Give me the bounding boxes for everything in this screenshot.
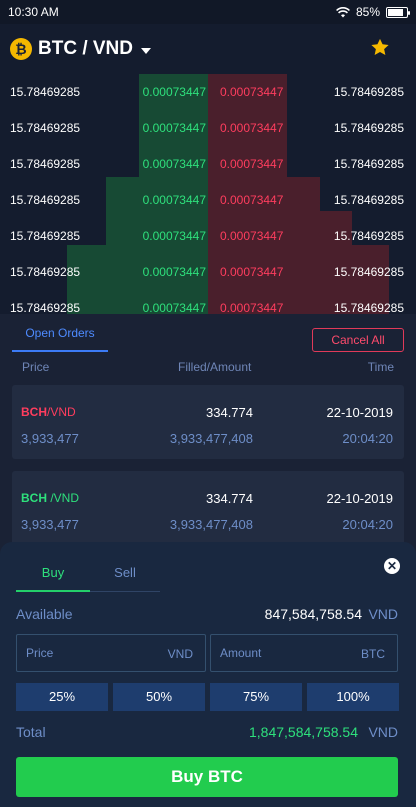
row-total: 15.78469285: [333, 85, 404, 99]
row-price: 15.78469285: [10, 229, 81, 243]
row-ask: 0.00073447: [220, 85, 284, 99]
order-book-row[interactable]: 15.78469285 0.00073447 0.00073447 15.784692…: [0, 218, 416, 254]
order-coin: BCH/VND: [21, 405, 76, 419]
row-total: 15.78469285: [333, 229, 404, 243]
percent-25-button[interactable]: 25%: [16, 683, 108, 711]
row-ask: 0.00073447: [220, 265, 284, 279]
order-time: 20:04:20: [342, 517, 393, 532]
available-unit: VND: [368, 606, 398, 622]
order-card[interactable]: BCH/VND 334.774 22-10-2019 3,933,477 3,9…: [12, 385, 404, 459]
row-ask: 0.00073447: [220, 193, 284, 207]
cancel-all-button[interactable]: Cancel All: [312, 328, 404, 352]
row-price: 15.78469285: [10, 193, 81, 207]
order-book: 15.78469285 0.00073447 0.00073447 15.784692…: [0, 74, 416, 314]
buy-btc-button[interactable]: Buy BTC: [16, 757, 398, 797]
order-filled: 334.774: [206, 491, 253, 506]
row-bid: 0.00073447: [142, 157, 206, 171]
row-price: 15.78469285: [10, 157, 81, 171]
order-price: 3,933,477: [21, 431, 79, 446]
status-bar: 10:30 AM 85%: [0, 0, 416, 24]
order-book-row[interactable]: 15.78469285 0.00073447 0.00073447 15.784692…: [0, 182, 416, 218]
percent-75-button[interactable]: 75%: [210, 683, 302, 711]
row-bid: 0.00073447: [142, 301, 206, 314]
amount-unit: BTC: [361, 647, 385, 661]
tab-buy[interactable]: Buy: [16, 560, 90, 592]
status-time: 10:30 AM: [8, 5, 59, 19]
row-ask: 0.00073447: [220, 121, 284, 135]
header-price: Price: [22, 360, 50, 374]
row-bid: 0.00073447: [142, 85, 206, 99]
row-total: 15.78469285: [333, 121, 404, 135]
order-book-rows: 15.78469285 0.00073447 0.00073447 15.784692…: [0, 74, 416, 314]
row-total: 15.78469285: [333, 193, 404, 207]
order-amount: 3,933,477,408: [169, 431, 253, 446]
order-time: 20:04:20: [342, 431, 393, 446]
tab-sell[interactable]: Sell: [90, 560, 160, 592]
available-label: Available: [16, 606, 73, 622]
order-coin: BCH /VND: [21, 491, 80, 505]
battery-icon: [386, 6, 410, 18]
battery-percent: 85%: [355, 5, 380, 19]
row-price: 15.78469285: [10, 265, 81, 279]
order-book-row[interactable]: 15.78469285 0.00073447 0.00073447 15.784692…: [0, 254, 416, 290]
bitcoin-icon: ₿: [10, 38, 32, 60]
wifi-icon: [336, 6, 350, 17]
orders-column-headers: Price Filled/Amount Time: [0, 360, 416, 376]
price-unit: VND: [167, 647, 193, 661]
tab-open-orders[interactable]: Open Orders: [12, 324, 108, 352]
amount-input[interactable]: [220, 635, 350, 671]
row-bid: 0.00073447: [142, 229, 206, 243]
open-orders-header: Open Orders Cancel All: [0, 314, 416, 354]
row-price: 15.78469285: [10, 121, 81, 135]
row-price: 15.78469285: [10, 85, 81, 99]
row-bid: 0.00073447: [142, 193, 206, 207]
available-value: 847,584,758.54: [264, 606, 362, 622]
row-total: 15.78469285: [333, 157, 404, 171]
price-input[interactable]: [26, 635, 156, 671]
row-bid: 0.00073447: [142, 265, 206, 279]
order-book-row[interactable]: 15.78469285 0.00073447 0.00073447 15.784692…: [0, 146, 416, 182]
header: ₿ BTC / VND: [0, 24, 416, 74]
total-label: Total: [16, 724, 46, 740]
row-ask: 0.00073447: [220, 301, 284, 314]
order-card[interactable]: BCH /VND 334.774 22-10-2019 3,933,477 3,…: [12, 471, 404, 545]
chevron-down-icon[interactable]: [141, 47, 151, 54]
order-date: 22-10-2019: [326, 491, 394, 506]
total-value: 1,847,584,758.54: [249, 724, 358, 740]
row-ask: 0.00073447: [220, 229, 284, 243]
status-icons: 85%: [336, 5, 410, 19]
order-price: 3,933,477: [21, 517, 79, 532]
percent-100-button[interactable]: 100%: [307, 683, 399, 711]
header-filled-amount: Filled/Amount: [178, 360, 252, 374]
amount-field[interactable]: BTC: [210, 634, 398, 672]
close-icon[interactable]: ✕: [384, 558, 400, 574]
header-time: Time: [367, 360, 394, 374]
order-date: 22-10-2019: [326, 405, 394, 420]
order-book-row[interactable]: 15.78469285 0.00073447 0.00073447 15.784692…: [0, 110, 416, 146]
battery-level: [388, 8, 404, 16]
favorite-star-icon[interactable]: [370, 38, 390, 57]
row-bid: 0.00073447: [142, 121, 206, 135]
order-book-row[interactable]: 15.78469285 0.00073447 0.00073447 15.784692…: [0, 290, 416, 314]
order-amount: 3,933,477,408: [169, 517, 253, 532]
trade-panel: ✕ Buy Sell Available 847,584,758.54 VND …: [0, 542, 416, 807]
row-total: 15.78469285: [333, 265, 404, 279]
total-unit: VND: [368, 724, 398, 740]
order-filled: 334.774: [206, 405, 253, 420]
percent-50-button[interactable]: 50%: [113, 683, 205, 711]
row-total: 15.78469285: [333, 301, 404, 314]
order-book-row[interactable]: 15.78469285 0.00073447 0.00073447 15.784692…: [0, 74, 416, 110]
price-field[interactable]: VND: [16, 634, 206, 672]
pair-selector[interactable]: BTC / VND: [38, 38, 133, 60]
row-ask: 0.00073447: [220, 157, 284, 171]
row-price: 15.78469285: [10, 301, 81, 314]
